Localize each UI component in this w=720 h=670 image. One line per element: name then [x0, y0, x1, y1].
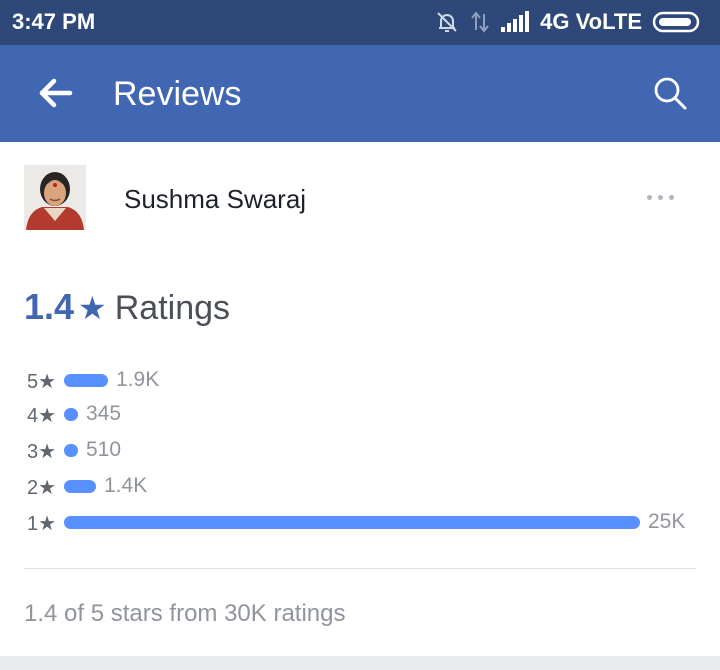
- rating-row-3: 3★ 510: [27, 435, 707, 465]
- rating-bar: [64, 444, 78, 457]
- avatar[interactable]: [24, 165, 86, 230]
- battery-icon: [652, 11, 700, 33]
- arrow-left-icon: [39, 78, 73, 108]
- rating-summary: 1.4 of 5 stars from 30K ratings: [24, 600, 346, 627]
- signal-icon: [501, 11, 530, 32]
- status-icons: 4G VoLTE: [434, 8, 704, 36]
- notifications-off-icon: [437, 12, 457, 32]
- section-separator: [0, 656, 720, 670]
- rating-bar-track: [64, 474, 640, 498]
- profile-name[interactable]: Sushma Swaraj: [124, 184, 306, 215]
- rating-row-1: 1★ 25K: [27, 507, 707, 537]
- more-icon-dot: [668, 194, 674, 200]
- rating-row-2: 2★ 1.4K: [27, 471, 707, 501]
- rating-count: 345: [86, 402, 122, 425]
- star-label: 5★: [27, 371, 57, 393]
- search-button[interactable]: [650, 73, 690, 113]
- rating-header: 1.4 ★ Ratings: [24, 286, 230, 328]
- data-transfer-icon: [471, 11, 489, 33]
- rating-row-5: 5★ 1.9K: [27, 365, 707, 395]
- search-icon: [654, 77, 687, 110]
- rating-bar: [64, 516, 640, 529]
- profile-photo: [24, 165, 86, 230]
- app-bar: Reviews: [0, 45, 720, 142]
- star-label: 3★: [27, 441, 57, 463]
- back-button[interactable]: [36, 75, 76, 111]
- rating-bar: [64, 480, 96, 493]
- status-time: 3:47 PM: [12, 9, 96, 34]
- rating-count: 25K: [648, 510, 686, 533]
- more-icon-dot: [657, 194, 663, 200]
- average-rating: 1.4: [24, 286, 75, 327]
- star-label: 1★: [27, 513, 57, 535]
- star-icon: ★: [78, 290, 107, 326]
- rating-bar: [64, 408, 78, 421]
- rating-row-4: 4★ 345: [27, 399, 707, 429]
- rating-bar: [64, 374, 108, 387]
- rating-count: 1.9K: [116, 368, 160, 391]
- network-type: 4G VoLTE: [540, 9, 642, 34]
- ratings-label: Ratings: [114, 289, 231, 327]
- status-bar: 3:47 PM 4G VoLTE: [0, 0, 720, 45]
- more-icon-dot: [646, 194, 652, 200]
- divider: [24, 568, 696, 569]
- rating-bar-track: [64, 402, 640, 426]
- more-button[interactable]: [640, 186, 680, 208]
- star-label: 2★: [27, 477, 57, 499]
- rating-count: 1.4K: [104, 474, 148, 497]
- star-label: 4★: [27, 405, 57, 427]
- rating-count: 510: [86, 438, 122, 461]
- rating-bar-track: [64, 438, 640, 462]
- page-title: Reviews: [113, 75, 242, 113]
- rating-bar-track: [64, 510, 640, 534]
